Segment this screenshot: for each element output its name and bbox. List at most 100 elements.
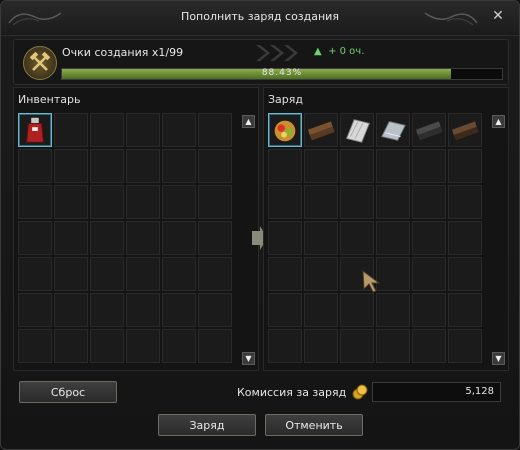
points-gain-text: + 0 оч. xyxy=(328,46,365,57)
inventory-scroll-down-icon[interactable]: ▼ xyxy=(242,352,255,365)
charge-slot[interactable] xyxy=(268,257,302,291)
inventory-slot[interactable] xyxy=(54,221,88,255)
inventory-slot[interactable] xyxy=(162,221,196,255)
inventory-slot[interactable] xyxy=(198,293,232,327)
inventory-slot[interactable] xyxy=(162,185,196,219)
charge-slot[interactable] xyxy=(412,185,446,219)
charge-slot[interactable] xyxy=(268,221,302,255)
charge-slot[interactable] xyxy=(268,149,302,183)
cancel-button[interactable]: Отменить xyxy=(265,414,363,436)
inventory-slot[interactable] xyxy=(198,149,232,183)
charge-slot[interactable] xyxy=(376,329,410,363)
inventory-slot[interactable] xyxy=(198,221,232,255)
charge-slot[interactable] xyxy=(268,293,302,327)
charge-slot[interactable] xyxy=(412,329,446,363)
charge-slot[interactable] xyxy=(268,113,302,147)
creation-points-label: Очки создания x1/99 xyxy=(62,46,184,59)
inventory-slot[interactable] xyxy=(90,329,124,363)
chevrons-icon xyxy=(256,45,298,61)
charge-slot[interactable] xyxy=(376,113,410,147)
inventory-slot[interactable] xyxy=(18,293,52,327)
inventory-slot[interactable] xyxy=(18,329,52,363)
charge-slot[interactable] xyxy=(304,149,338,183)
close-icon[interactable]: ✕ xyxy=(491,9,505,23)
inventory-slot[interactable] xyxy=(18,185,52,219)
charge-slot[interactable] xyxy=(448,185,482,219)
charge-slot[interactable] xyxy=(448,257,482,291)
inventory-slot[interactable] xyxy=(126,329,160,363)
charge-slot[interactable] xyxy=(376,185,410,219)
inventory-slot[interactable] xyxy=(126,185,160,219)
inventory-slot[interactable] xyxy=(198,257,232,291)
charge-slot[interactable] xyxy=(340,329,374,363)
inventory-slot[interactable] xyxy=(18,149,52,183)
inventory-slot[interactable] xyxy=(90,257,124,291)
charge-slot[interactable] xyxy=(340,149,374,183)
inventory-slot[interactable] xyxy=(162,329,196,363)
charge-slot[interactable] xyxy=(376,221,410,255)
inventory-slot[interactable] xyxy=(90,185,124,219)
charge-slot[interactable] xyxy=(448,329,482,363)
inventory-slot[interactable] xyxy=(162,257,196,291)
charge-slot[interactable] xyxy=(304,185,338,219)
charge-slot[interactable] xyxy=(376,257,410,291)
charge-slot[interactable] xyxy=(448,113,482,147)
inventory-slot[interactable] xyxy=(54,113,88,147)
charge-slot[interactable] xyxy=(448,149,482,183)
points-gain: ▲ + 0 оч. xyxy=(314,46,364,57)
inventory-slot[interactable] xyxy=(126,293,160,327)
charge-button[interactable]: Заряд xyxy=(158,414,256,436)
charge-dialog: Пополнить заряд создания ✕ Очки создания… xyxy=(0,0,520,450)
dark-plank-icon xyxy=(415,121,443,141)
inventory-slot[interactable] xyxy=(54,329,88,363)
charge-slot[interactable] xyxy=(340,185,374,219)
inventory-slot[interactable] xyxy=(198,329,232,363)
inventory-slot[interactable] xyxy=(90,221,124,255)
inventory-slot[interactable] xyxy=(162,113,196,147)
charge-slot[interactable] xyxy=(340,293,374,327)
inventory-slot[interactable] xyxy=(126,113,160,147)
charge-scroll-up-icon[interactable]: ▲ xyxy=(492,115,505,128)
inventory-slot[interactable] xyxy=(198,185,232,219)
charge-slot[interactable] xyxy=(412,221,446,255)
inventory-slot[interactable] xyxy=(162,149,196,183)
inventory-slot[interactable] xyxy=(18,221,52,255)
charge-slot[interactable] xyxy=(448,221,482,255)
charge-slot[interactable] xyxy=(304,293,338,327)
inventory-slot[interactable] xyxy=(90,149,124,183)
charge-slot[interactable] xyxy=(340,221,374,255)
charge-slot[interactable] xyxy=(376,149,410,183)
inventory-slot[interactable] xyxy=(126,221,160,255)
reset-button[interactable]: Сброс xyxy=(19,381,117,403)
inventory-slot[interactable] xyxy=(18,113,52,147)
charge-slot[interactable] xyxy=(304,257,338,291)
inventory-scroll-up-icon[interactable]: ▲ xyxy=(242,115,255,128)
inventory-slot[interactable] xyxy=(198,113,232,147)
inventory-slot[interactable] xyxy=(18,257,52,291)
charge-slot[interactable] xyxy=(448,293,482,327)
charge-slot[interactable] xyxy=(340,113,374,147)
charge-slot[interactable] xyxy=(412,113,446,147)
gold-coins-icon xyxy=(352,384,368,400)
inventory-slot[interactable] xyxy=(90,113,124,147)
charge-slot[interactable] xyxy=(412,149,446,183)
charge-slot[interactable] xyxy=(412,257,446,291)
inventory-slot[interactable] xyxy=(90,293,124,327)
inventory-slot[interactable] xyxy=(126,257,160,291)
charge-slot[interactable] xyxy=(268,329,302,363)
wooden-plank-icon xyxy=(307,121,335,141)
charge-scroll-down-icon[interactable]: ▼ xyxy=(492,352,505,365)
charge-slot[interactable] xyxy=(412,293,446,327)
title-bar[interactable]: Пополнить заряд создания ✕ xyxy=(1,1,519,36)
charge-slot[interactable] xyxy=(268,185,302,219)
charge-slot[interactable] xyxy=(376,293,410,327)
charge-slot[interactable] xyxy=(304,329,338,363)
charge-slot[interactable] xyxy=(304,113,338,147)
charge-slot[interactable] xyxy=(304,221,338,255)
inventory-slot[interactable] xyxy=(54,185,88,219)
inventory-slot[interactable] xyxy=(54,293,88,327)
inventory-slot[interactable] xyxy=(126,149,160,183)
inventory-slot[interactable] xyxy=(54,257,88,291)
inventory-slot[interactable] xyxy=(54,149,88,183)
inventory-slot[interactable] xyxy=(162,293,196,327)
